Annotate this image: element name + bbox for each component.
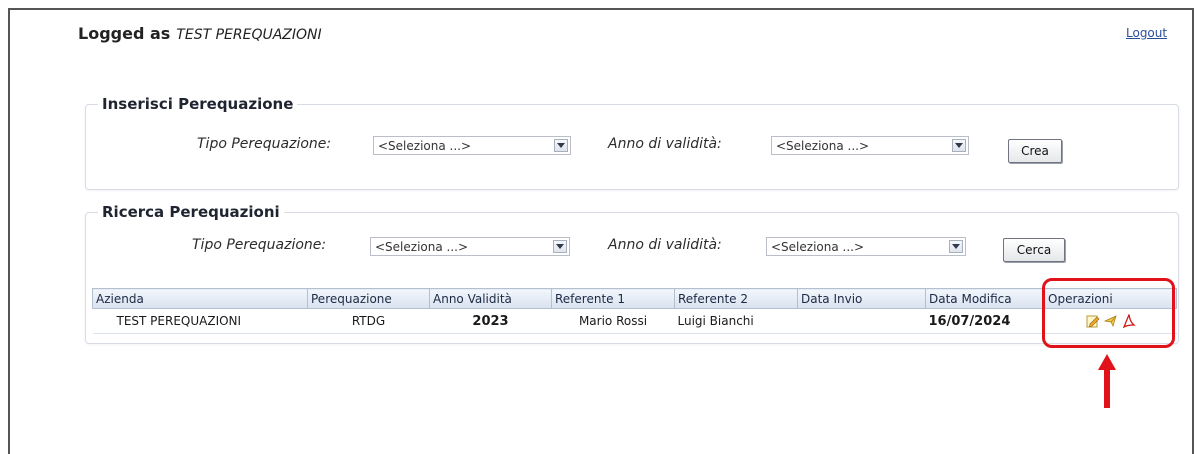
insert-anno-select[interactable]: <Seleziona ...> <box>771 136 969 155</box>
search-anno-label: Anno di validità: <box>608 237 722 253</box>
crea-button[interactable]: Crea <box>1008 139 1062 163</box>
results-table: Azienda Perequazione Anno Validità Refer… <box>92 288 1177 334</box>
table-header-row: Azienda Perequazione Anno Validità Refer… <box>92 288 1177 309</box>
cell-referente-1: Mario Rossi <box>551 308 675 334</box>
cerca-button[interactable]: Cerca <box>1003 238 1065 262</box>
search-tipo-select[interactable]: <Seleziona ...> <box>370 237 570 256</box>
search-tipo-label: Tipo Perequazione: <box>192 237 327 253</box>
insert-tipo-value: <Seleziona ...> <box>378 138 472 153</box>
table-row: TEST PEREQUAZIONI RTDG 2023 Mario Rossi … <box>92 308 1177 334</box>
logout-link[interactable]: Logout <box>1126 26 1167 40</box>
search-anno-value: <Seleziona ...> <box>771 239 865 254</box>
red-arrow-icon <box>1098 354 1116 408</box>
column-header-azienda[interactable]: Azienda <box>92 288 308 309</box>
search-tipo-value: <Seleziona ...> <box>375 239 469 254</box>
column-header-referente-1[interactable]: Referente 1 <box>551 288 675 309</box>
insert-anno-label: Anno di validità: <box>608 136 722 152</box>
chevron-down-icon <box>554 139 568 152</box>
chevron-down-icon <box>949 240 963 253</box>
insert-tipo-select[interactable]: <Seleziona ...> <box>373 136 571 155</box>
cell-referente-2: Luigi Bianchi <box>674 308 798 334</box>
search-legend: Ricerca Perequazioni <box>98 203 284 221</box>
cell-azienda: TEST PEREQUAZIONI <box>92 308 308 334</box>
cell-data-modifica: 16/07/2024 <box>925 308 1045 334</box>
cell-anno: 2023 <box>429 308 552 334</box>
column-header-data-invio[interactable]: Data Invio <box>797 288 926 309</box>
insert-legend: Inserisci Perequazione <box>98 95 298 113</box>
logged-user: TEST PEREQUAZIONI <box>176 27 322 43</box>
column-header-perequazione[interactable]: Perequazione <box>307 288 430 309</box>
column-header-data-modifica[interactable]: Data Modifica <box>925 288 1045 309</box>
chevron-down-icon <box>952 139 966 152</box>
column-header-referente-2[interactable]: Referente 2 <box>674 288 798 309</box>
logged-as-label: Logged as <box>78 24 171 43</box>
cell-data-invio <box>797 308 926 334</box>
insert-tipo-label: Tipo Perequazione: <box>197 136 332 152</box>
operations-highlight-box <box>1042 278 1175 348</box>
search-anno-select[interactable]: <Seleziona ...> <box>766 237 966 256</box>
logged-as-text: Logged as TEST PEREQUAZIONI <box>78 24 322 43</box>
insert-anno-value: <Seleziona ...> <box>776 138 870 153</box>
column-header-anno-validita[interactable]: Anno Validità <box>429 288 552 309</box>
chevron-down-icon <box>553 240 567 253</box>
cell-perequazione: RTDG <box>307 308 430 334</box>
